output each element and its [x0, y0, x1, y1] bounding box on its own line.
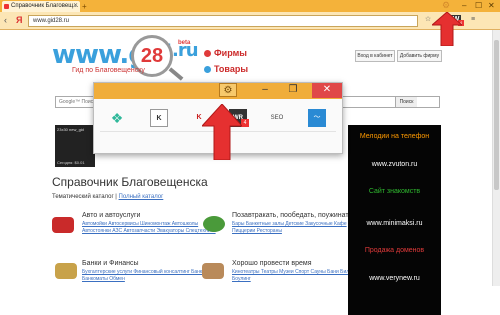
search-button[interactable]: Поиск: [395, 97, 417, 107]
subnav-label: Тематический каталог: [52, 194, 114, 200]
popup-restore-button[interactable]: ❐: [282, 83, 304, 98]
k-icon[interactable]: K: [150, 109, 168, 127]
ad-line-verynew: www.verynew.ru: [369, 275, 420, 282]
popup-titlebar: ⚙ – ❐ ✕: [94, 83, 342, 99]
address-bar-row: ‹ Я www.gid28.ru ☆ ● W 4 ≡: [0, 12, 500, 30]
leisure-icon: [202, 263, 224, 279]
nav-goods-label: Товары: [214, 64, 249, 74]
nav-firms-label: Фирмы: [214, 48, 247, 58]
seo-icon[interactable]: SEO: [266, 109, 288, 127]
category-links[interactable]: Бухгалтерские услуги Финансовый консалти…: [82, 269, 217, 283]
category-food: Позавтракать, пообедать, поужинать Бары …: [232, 212, 367, 235]
new-tab-button[interactable]: +: [82, 2, 87, 11]
url-field[interactable]: www.gid28.ru: [28, 15, 418, 27]
tab-title: Справочник Благовещ...: [11, 3, 79, 9]
category-leisure: Хорошо провести время Кинотеатры Театры …: [232, 260, 367, 283]
page-scrollbar[interactable]: [492, 30, 500, 286]
promo-thumbnail[interactable]: 23x30 new_gid Сегодня: $0.01: [55, 125, 95, 167]
car-icon: [52, 217, 74, 233]
ad-line-ringtones: Мелодии на телефон: [359, 133, 430, 140]
browser-tab[interactable]: Справочник Благовещ... ✕: [2, 1, 80, 12]
category-links[interactable]: Бары Банкетные залы Детские Закусочные К…: [232, 221, 367, 235]
category-title[interactable]: Хорошо провести время: [232, 260, 367, 267]
tab-close-icon[interactable]: ✕: [73, 1, 78, 12]
back-button[interactable]: ‹: [4, 15, 7, 26]
site-tagline: Гид по Благовещенску: [72, 67, 145, 74]
nav-goods[interactable]: Товары: [204, 64, 248, 74]
nav-firms[interactable]: Фирмы: [204, 48, 248, 58]
category-auto: Авто и автоуслуги Автомойки Автосервисы …: [82, 212, 217, 235]
login-button[interactable]: Вход в кабинет: [355, 50, 395, 62]
popup-minimize-button[interactable]: –: [254, 83, 276, 98]
window-maximize-button[interactable]: ☐: [475, 0, 482, 11]
ad-line-zvuton: www.zvuton.ru: [371, 161, 418, 168]
popup-gear-icon[interactable]: ⚙: [219, 83, 237, 97]
webpage: www.gid 28 .ru beta Гид по Благовещенску…: [0, 30, 492, 315]
menu-icon[interactable]: ≡: [468, 15, 478, 25]
ad-line-minimaksi: www.minimaksi.ru: [366, 220, 423, 227]
firms-icon: [204, 50, 211, 58]
window-close-button[interactable]: ✕: [488, 0, 495, 11]
wr-badge: 4: [241, 119, 249, 127]
popup-close-button[interactable]: ✕: [312, 83, 342, 98]
beta-label: beta: [178, 40, 191, 46]
category-finance: Банки и Финансы Бухгалтерские услуги Фин…: [82, 260, 217, 283]
thumb-caption: Сегодня: $0.01: [57, 160, 85, 165]
thumb-title: 23x30 new_gid: [57, 127, 84, 132]
category-title[interactable]: Банки и Финансы: [82, 260, 217, 267]
yandex-icon[interactable]: Я: [16, 15, 22, 26]
magnifier-handle-icon: [168, 67, 184, 81]
top-nav: Фирмы Товары: [204, 48, 248, 80]
red-arrow-toolbar-icon: [432, 12, 462, 46]
ad-line-domains: Продажа доменов: [364, 247, 425, 254]
category-title[interactable]: Позавтракать, пообедать, поужинать: [232, 212, 367, 219]
catalog-subnav: Тематический каталог | Полный каталог: [52, 194, 164, 200]
chart-icon[interactable]: 〜: [308, 109, 326, 127]
category-links[interactable]: Автомойки Автосервисы Шиномонтаж Автошко…: [82, 221, 217, 235]
red-arrow-overlay-icon: [202, 104, 242, 160]
toolbar-gear-icon[interactable]: ⚙: [440, 0, 452, 11]
food-icon: [203, 216, 225, 232]
add-firm-button[interactable]: Добавить фирму: [397, 50, 442, 62]
goods-icon: [204, 66, 211, 74]
ad-line-dating: Сайт знакомств: [368, 188, 421, 195]
section-title: Справочник Благовещенска: [52, 175, 208, 189]
cubes-icon[interactable]: ❖: [108, 109, 126, 127]
ad-banner[interactable]: Мелодии на телефон www.zvuton.ru Сайт зн…: [348, 125, 441, 315]
full-catalog-link[interactable]: Полный каталог: [119, 194, 164, 200]
category-title[interactable]: Авто и автоуслуги: [82, 212, 217, 219]
category-links[interactable]: Кинотеатры Театры Музеи Спорт Сауны Бани…: [232, 269, 367, 283]
favicon-icon: [4, 4, 9, 9]
scrollbar-thumb[interactable]: [494, 40, 499, 190]
money-icon: [55, 263, 77, 279]
window-minimize-button[interactable]: –: [462, 0, 466, 11]
